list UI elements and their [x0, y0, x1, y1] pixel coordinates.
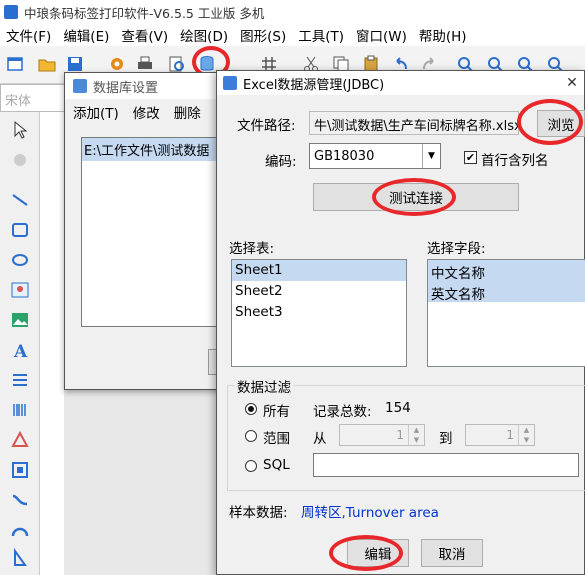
chevron-down-icon[interactable]: ▼ — [422, 144, 440, 168]
range-from-stepper[interactable]: 1 ▲ ▼ — [339, 424, 425, 446]
field-item-english-name[interactable]: 英文名称 — [428, 281, 585, 303]
database-list-item[interactable]: E:\工作文件\测试数据 — [82, 138, 234, 161]
range-from-label: 从 — [313, 431, 327, 447]
rectangle-tool-icon[interactable] — [10, 220, 30, 240]
first-row-header-label: 首行含列名 — [481, 153, 549, 169]
print-icon[interactable] — [136, 55, 154, 73]
field-item-chinese-name[interactable]: 中文名称 — [428, 260, 585, 282]
file-path-label: 文件路径: — [237, 118, 296, 134]
table-item-sheet2[interactable]: Sheet2 — [232, 281, 406, 302]
open-folder-icon[interactable] — [38, 55, 56, 73]
settings-gear-icon[interactable] — [108, 55, 126, 73]
field-listbox[interactable]: 中文名称 英文名称 — [427, 259, 585, 367]
menu-draw[interactable]: 绘图(D) — [174, 25, 234, 45]
excel-datasource-dialog: Excel数据源管理(JDBC) ✕ 文件路径: 牛\测试数据\生产车间标牌名称… — [216, 70, 585, 575]
cancel-button[interactable]: 取消 — [421, 539, 483, 567]
multiline-text-icon[interactable] — [10, 370, 30, 390]
table-listbox[interactable]: Sheet1 Sheet2 Sheet3 — [231, 259, 407, 367]
range-to-value: 1 — [506, 428, 514, 442]
menu-shape[interactable]: 图形(S) — [234, 25, 292, 45]
image-tool-icon[interactable] — [10, 280, 30, 300]
encoding-value: GB18030 — [314, 149, 375, 164]
save-icon[interactable] — [66, 55, 84, 73]
encoding-label: 编码: — [265, 154, 297, 170]
database-list[interactable]: E:\工作文件\测试数据 — [81, 137, 235, 327]
left-tool-panel: A — [0, 112, 40, 575]
close-icon[interactable]: ✕ — [560, 71, 584, 95]
font-placeholder: 宋体 — [5, 94, 32, 109]
record-count-value: 154 — [385, 400, 411, 416]
dialog-title: Excel数据源管理(JDBC) — [243, 77, 385, 93]
app-title: 中琅条码标签打印软件-V6.5.5 工业版 多机 — [24, 5, 265, 21]
barcode-tool-icon[interactable] — [10, 400, 30, 420]
first-row-header-checkbox[interactable]: ✔ — [464, 151, 477, 164]
db-modify-menu[interactable]: 修改 — [133, 102, 160, 122]
menu-edit[interactable]: 编辑(E) — [57, 25, 115, 45]
stepper-arrows-icon[interactable]: ▲ ▼ — [518, 425, 534, 445]
select-arrow-icon[interactable] — [10, 120, 30, 140]
stepper-arrows-icon[interactable]: ▲ ▼ — [408, 425, 424, 445]
edit-highlight — [329, 535, 403, 571]
curve-tool-icon[interactable] — [10, 490, 30, 510]
main-menubar: 文件(F) 编辑(E) 查看(V) 绘图(D) 图形(S) 工具(T) 窗口(W… — [0, 24, 585, 46]
record-count-label: 记录总数: — [313, 404, 372, 420]
filter-sql-label: SQL — [263, 457, 290, 473]
font-selector[interactable]: 宋体 — [0, 84, 70, 112]
sql-input[interactable] — [313, 453, 579, 477]
polygon-tool-icon[interactable] — [10, 548, 30, 568]
data-filter-label: 数据过滤 — [235, 376, 293, 396]
database-settings-window: 数据库设置 添加(T) 修改 删除 E:\工作文件\测试数据 — [64, 72, 238, 390]
dialog-titlebar: Excel数据源管理(JDBC) — [217, 71, 584, 95]
triangle-tool-icon[interactable] — [10, 430, 30, 450]
browse-highlight — [517, 99, 583, 145]
menu-file[interactable]: 文件(F) — [0, 25, 57, 45]
select-table-label: 选择表: — [229, 241, 275, 257]
filter-range-label: 范围 — [263, 431, 290, 447]
file-path-field[interactable]: 牛\测试数据\生产车间标牌名称.xlsx — [309, 111, 519, 135]
select-field-label: 选择字段: — [427, 241, 486, 257]
filter-all-label: 所有 — [263, 404, 290, 420]
encoding-select[interactable]: GB18030 ▼ — [309, 143, 441, 169]
rotate-icon[interactable] — [10, 150, 30, 170]
database-settings-icon — [73, 79, 87, 93]
filter-range-radio[interactable] — [245, 430, 257, 442]
menu-view[interactable]: 查看(V) — [115, 25, 174, 45]
svg-text:A: A — [13, 342, 28, 360]
app-titlebar: 中琅条码标签打印软件-V6.5.5 工业版 多机 — [0, 0, 585, 24]
database-settings-titlebar: 数据库设置 — [65, 73, 234, 99]
db-delete-menu[interactable]: 删除 — [174, 102, 201, 122]
menu-tools[interactable]: 工具(T) — [292, 25, 350, 45]
range-from-value: 1 — [396, 428, 404, 442]
picture-tool-icon[interactable] — [10, 310, 30, 330]
sample-data-label: 样本数据: — [229, 505, 288, 521]
new-document-icon[interactable] — [6, 55, 24, 73]
print-preview-icon[interactable] — [168, 55, 186, 73]
test-connection-highlight — [372, 178, 456, 216]
filter-sql-radio[interactable] — [245, 460, 257, 472]
db-add-menu[interactable]: 添加(T) — [73, 102, 119, 122]
text-tool-icon[interactable]: A — [10, 340, 30, 360]
arc-tool-icon[interactable] — [10, 520, 30, 540]
app-logo-icon — [4, 5, 18, 19]
database-settings-menu: 添加(T) 修改 删除 — [65, 99, 234, 125]
table-item-sheet3[interactable]: Sheet3 — [232, 302, 406, 323]
database-settings-title: 数据库设置 — [93, 80, 159, 96]
ellipse-tool-icon[interactable] — [10, 250, 30, 270]
menu-help[interactable]: 帮助(H) — [413, 25, 473, 45]
sample-data-value: 周转区,Turnover area — [301, 505, 439, 521]
excel-dialog-icon — [223, 76, 237, 90]
qrcode-tool-icon[interactable] — [10, 460, 30, 480]
range-to-stepper[interactable]: 1 ▲ ▼ — [465, 424, 535, 446]
table-item-sheet1[interactable]: Sheet1 — [232, 260, 406, 281]
line-tool-icon[interactable] — [10, 190, 30, 210]
range-to-label: 到 — [439, 431, 453, 447]
menu-window[interactable]: 窗口(W) — [350, 25, 413, 45]
filter-all-radio[interactable] — [245, 403, 257, 415]
